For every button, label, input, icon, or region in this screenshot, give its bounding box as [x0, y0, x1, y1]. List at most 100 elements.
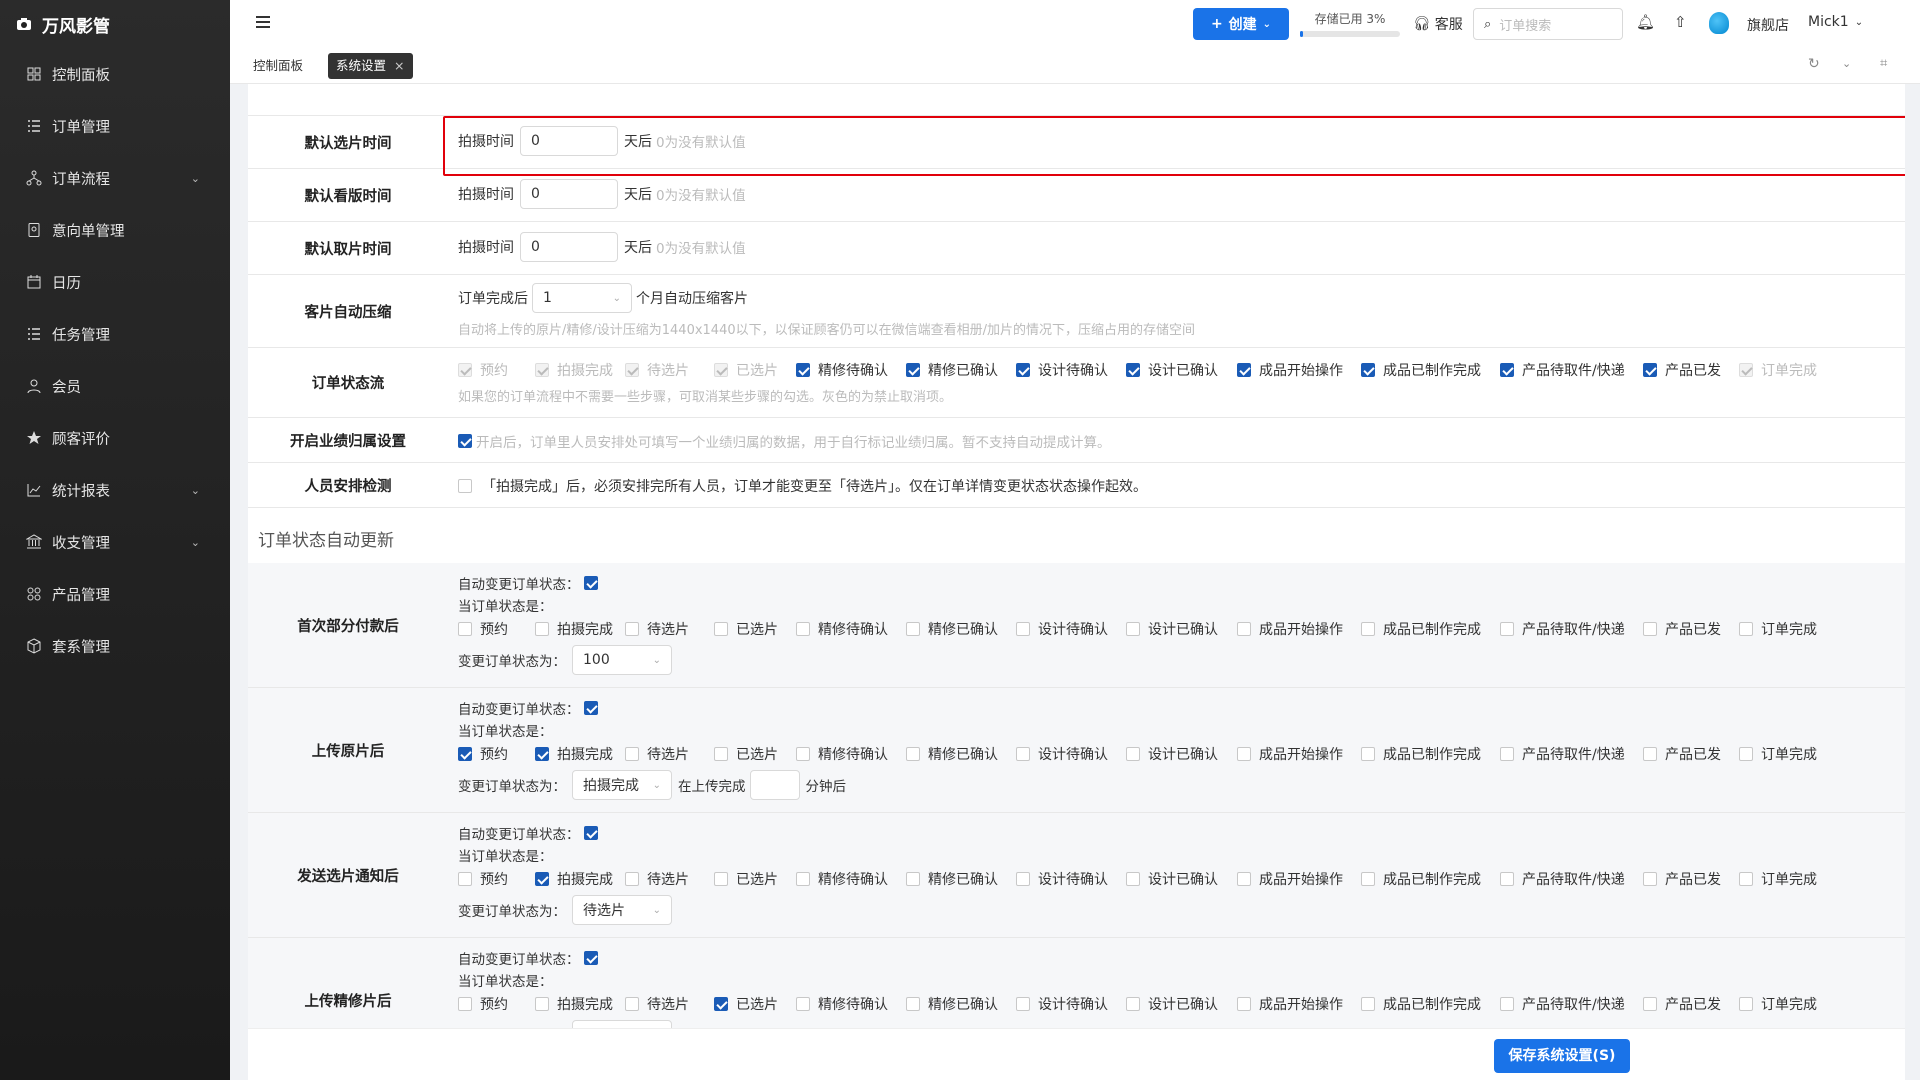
- status-option[interactable]: 成品开始操作: [1237, 869, 1361, 889]
- status-option[interactable]: 已选片: [714, 744, 796, 764]
- sidebar-item-2[interactable]: 订单流程 ⌄: [0, 152, 230, 204]
- status-option[interactable]: 精修已确认: [906, 619, 1016, 639]
- target-status-select[interactable]: 100 ⌄: [572, 645, 672, 675]
- status-checkbox[interactable]: [1126, 622, 1140, 636]
- target-status-select[interactable]: 拍摄完成 ⌄: [572, 770, 672, 800]
- status-checkbox[interactable]: [1126, 747, 1140, 761]
- status-option[interactable]: 精修待确认: [796, 869, 906, 889]
- flow-option[interactable]: 设计待确认: [1016, 360, 1126, 380]
- fullscreen-icon[interactable]: ⌗: [1880, 56, 1887, 71]
- flow-option[interactable]: 精修已确认: [906, 360, 1016, 380]
- auto-change-checkbox[interactable]: [583, 826, 598, 840]
- status-option[interactable]: 成品已制作完成: [1361, 869, 1500, 889]
- close-icon[interactable]: ×: [394, 53, 404, 79]
- status-option[interactable]: 成品开始操作: [1237, 994, 1361, 1014]
- status-checkbox[interactable]: [906, 747, 920, 761]
- status-checkbox[interactable]: [1237, 997, 1251, 1011]
- sidebar-item-4[interactable]: 日历: [0, 256, 230, 308]
- compress-months-select[interactable]: 1 ⌄: [532, 283, 632, 313]
- status-checkbox[interactable]: [906, 622, 920, 636]
- status-checkbox[interactable]: [1237, 622, 1251, 636]
- status-option[interactable]: 订单完成: [1739, 994, 1829, 1014]
- sidebar-item-8[interactable]: 统计报表 ⌄: [0, 464, 230, 516]
- tab-system-settings[interactable]: 系统设置 ×: [328, 53, 413, 79]
- status-checkbox[interactable]: [796, 747, 810, 761]
- status-option[interactable]: 设计已确认: [1126, 744, 1237, 764]
- status-option[interactable]: 产品待取件/快递: [1500, 619, 1643, 639]
- auto-change-checkbox[interactable]: [583, 701, 598, 715]
- status-checkbox[interactable]: [1361, 747, 1375, 761]
- status-option[interactable]: 成品已制作完成: [1361, 994, 1500, 1014]
- status-checkbox[interactable]: [1016, 872, 1030, 886]
- status-checkbox[interactable]: [1500, 997, 1514, 1011]
- status-option[interactable]: 订单完成: [1739, 744, 1829, 764]
- create-button[interactable]: + 创建 ⌄: [1193, 8, 1289, 40]
- save-settings-button[interactable]: 保存系统设置(S): [1494, 1039, 1630, 1073]
- status-option[interactable]: 预约: [458, 994, 535, 1014]
- status-option[interactable]: 预约: [458, 869, 535, 889]
- status-checkbox[interactable]: [906, 872, 920, 886]
- sidebar-item-1[interactable]: 订单管理: [0, 100, 230, 152]
- flow-option[interactable]: 设计已确认: [1126, 360, 1237, 380]
- flow-option[interactable]: 产品待取件/快递: [1500, 360, 1643, 380]
- store-label[interactable]: 旗舰店: [1747, 15, 1789, 35]
- status-option[interactable]: 产品已发: [1643, 994, 1739, 1014]
- status-option[interactable]: 预约: [458, 744, 535, 764]
- status-checkbox[interactable]: [1643, 622, 1657, 636]
- status-checkbox[interactable]: [458, 872, 472, 886]
- status-checkbox[interactable]: [458, 622, 472, 636]
- flow-option[interactable]: 产品已发: [1643, 360, 1739, 380]
- user-menu[interactable]: Mick1 ⌄: [1808, 14, 1863, 30]
- tab-dashboard[interactable]: 控制面板: [247, 54, 309, 78]
- auto-change-checkbox[interactable]: [583, 951, 598, 965]
- flow-checkbox[interactable]: [1643, 363, 1657, 377]
- status-checkbox[interactable]: [458, 747, 472, 761]
- pickup-days-input[interactable]: 0: [520, 232, 618, 262]
- sidebar-item-6[interactable]: 会员: [0, 360, 230, 412]
- status-checkbox[interactable]: [1500, 747, 1514, 761]
- status-checkbox[interactable]: [906, 997, 920, 1011]
- sidebar-item-10[interactable]: 产品管理: [0, 568, 230, 620]
- sidebar-item-7[interactable]: 顾客评价: [0, 412, 230, 464]
- status-option[interactable]: 待选片: [625, 619, 714, 639]
- status-option[interactable]: 设计待确认: [1016, 744, 1126, 764]
- status-option[interactable]: 设计已确认: [1126, 869, 1237, 889]
- status-checkbox[interactable]: [535, 872, 549, 886]
- status-option[interactable]: 精修待确认: [796, 744, 906, 764]
- performance-checkbox[interactable]: [458, 434, 472, 448]
- status-checkbox[interactable]: [1739, 622, 1753, 636]
- status-option[interactable]: 产品待取件/快递: [1500, 869, 1643, 889]
- auto-change-checkbox[interactable]: [583, 576, 598, 590]
- status-option[interactable]: 拍摄完成: [535, 869, 625, 889]
- flow-checkbox[interactable]: [1500, 363, 1514, 377]
- status-checkbox[interactable]: [796, 997, 810, 1011]
- status-option[interactable]: 待选片: [625, 869, 714, 889]
- status-checkbox[interactable]: [1361, 872, 1375, 886]
- status-checkbox[interactable]: [625, 997, 639, 1011]
- sidebar-item-3[interactable]: 意向单管理: [0, 204, 230, 256]
- status-option[interactable]: 精修待确认: [796, 619, 906, 639]
- status-option[interactable]: 精修待确认: [796, 994, 906, 1014]
- status-checkbox[interactable]: [1126, 872, 1140, 886]
- status-checkbox[interactable]: [796, 622, 810, 636]
- status-option[interactable]: 待选片: [625, 994, 714, 1014]
- upload-icon[interactable]: ⇧: [1674, 13, 1687, 31]
- flow-checkbox[interactable]: [1126, 363, 1140, 377]
- flow-checkbox[interactable]: [1361, 363, 1375, 377]
- status-checkbox[interactable]: [1361, 997, 1375, 1011]
- status-option[interactable]: 成品已制作完成: [1361, 744, 1500, 764]
- status-checkbox[interactable]: [714, 872, 728, 886]
- status-checkbox[interactable]: [1016, 997, 1030, 1011]
- status-option[interactable]: 设计已确认: [1126, 994, 1237, 1014]
- status-checkbox[interactable]: [1361, 622, 1375, 636]
- flow-checkbox[interactable]: [1016, 363, 1030, 377]
- sidebar-item-0[interactable]: 控制面板: [0, 48, 230, 100]
- brand[interactable]: 万风影管: [0, 0, 230, 48]
- service-button[interactable]: 🎧︎ 客服: [1413, 14, 1463, 34]
- sidebar-item-11[interactable]: 套系管理: [0, 620, 230, 672]
- status-checkbox[interactable]: [535, 622, 549, 636]
- status-option[interactable]: 精修已确认: [906, 869, 1016, 889]
- flow-option[interactable]: 成品已制作完成: [1361, 360, 1500, 380]
- chevron-down-icon[interactable]: ⌄: [1842, 57, 1851, 70]
- status-option[interactable]: 精修已确认: [906, 744, 1016, 764]
